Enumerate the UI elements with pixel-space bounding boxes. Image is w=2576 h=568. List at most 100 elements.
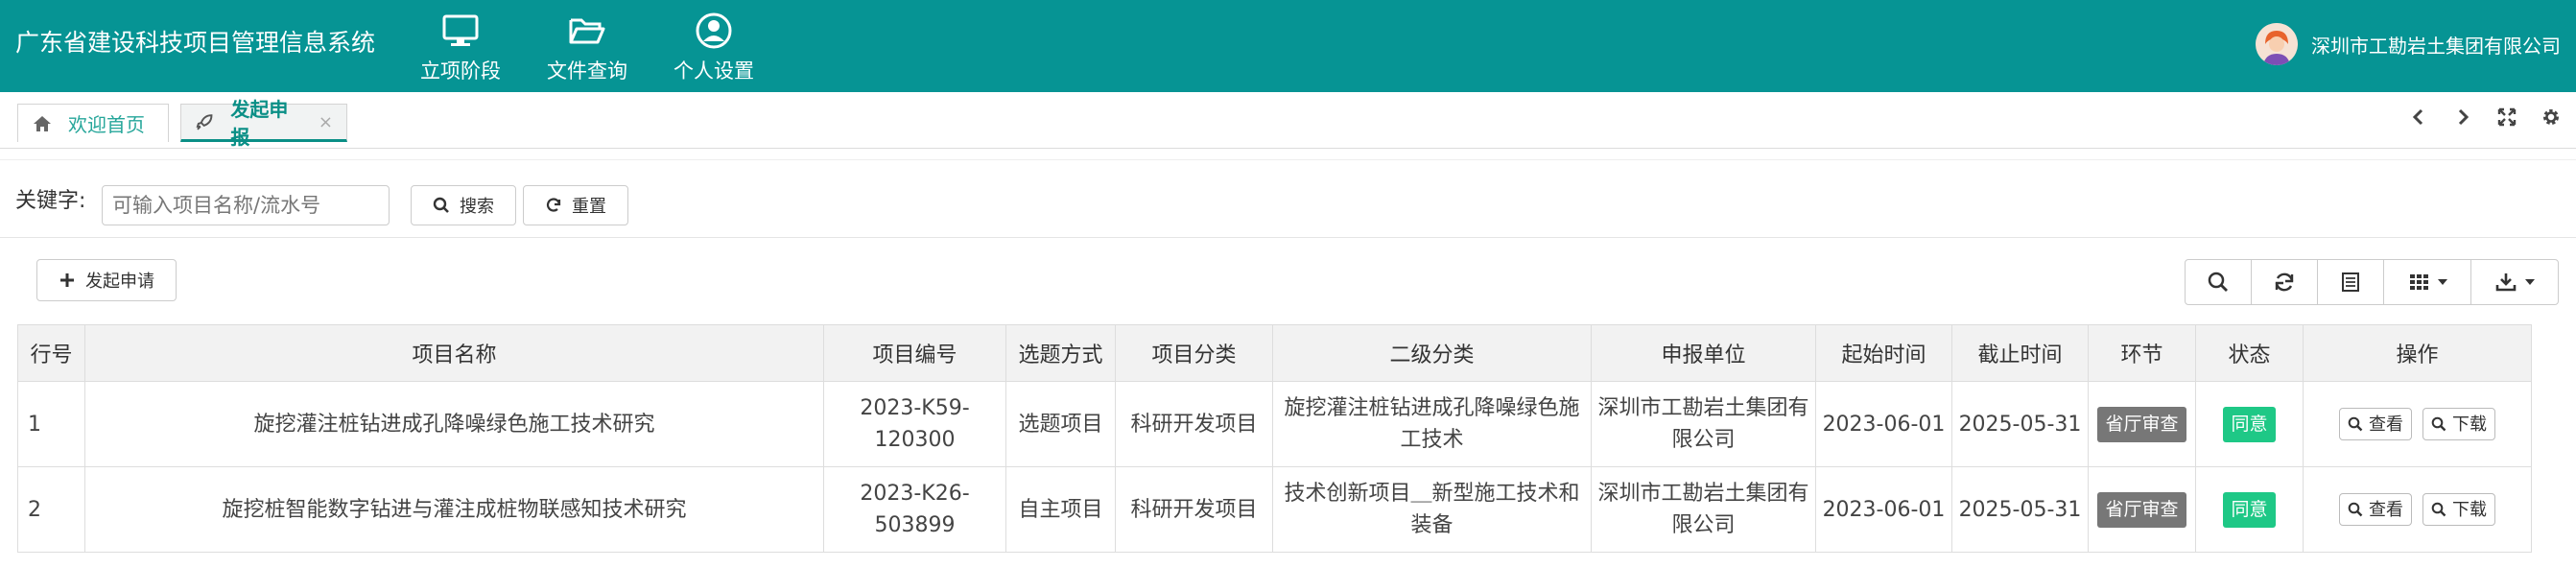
refresh-icon [2275, 272, 2294, 292]
download-icon [2495, 273, 2517, 292]
home-icon [34, 115, 51, 131]
table-header-row: 行号 项目名称 项目编号 选题方式 项目分类 二级分类 申报单位 起始时间 截止… [17, 324, 2532, 382]
status-badge: 同意 [2223, 406, 2276, 442]
applicant-unit: 深圳市工勘岩土集团有限公司 [1591, 466, 1816, 553]
chevron-left-icon[interactable] [2407, 106, 2430, 129]
reset-button-label: 重置 [572, 197, 606, 217]
sub-category: 技术创新项目＿新型施工技术和装备 [1272, 466, 1592, 553]
table-toolbar [2185, 259, 2559, 305]
column-header[interactable]: 行号 [17, 324, 85, 382]
view-button[interactable]: 查看 [2339, 408, 2412, 440]
stage-badge: 省厅审查 [2097, 491, 2186, 528]
nav-item-label: 个人设置 [674, 59, 754, 83]
user-circle-icon [696, 12, 732, 49]
download-button-label: 下载 [2452, 414, 2487, 435]
end-date: 2025-05-31 [1951, 381, 2089, 467]
start-date: 2023-06-01 [1815, 466, 1952, 553]
table-export-button[interactable] [2470, 259, 2559, 305]
project-category: 科研开发项目 [1115, 381, 1273, 467]
table-row[interactable]: 2 旋挖桩智能数字钻进与灌注成桩物联感知技术研究 2023-K26-503899… [17, 466, 2532, 553]
tab-close-icon[interactable]: × [319, 112, 333, 132]
download-button-label: 下载 [2452, 499, 2487, 520]
nav-item-project-stage[interactable]: 立项阶段 [393, 8, 528, 86]
actions-cell: 查看 下载 [2303, 466, 2532, 553]
table-search-button[interactable] [2185, 259, 2252, 305]
project-code: 2023-K59-120300 [823, 381, 1006, 467]
tab-label: 发起申报 [230, 98, 289, 149]
fullscreen-icon[interactable] [2495, 106, 2518, 129]
search-icon [433, 197, 449, 213]
gear-icon[interactable] [2540, 106, 2563, 129]
search-icon [2348, 416, 2363, 432]
search-button-label: 搜索 [460, 197, 494, 217]
start-date: 2023-06-01 [1815, 381, 1952, 467]
top-header: 广东省建设科技项目管理信息系统 立项阶段 文件查询 个人设置 深圳市工勘岩土集团… [0, 0, 2576, 92]
system-title: 广东省建设科技项目管理信息系统 [15, 29, 376, 57]
table-row[interactable]: 1 旋挖灌注桩钻进成孔降噪绿色施工技术研究 2023-K59-120300 选题… [17, 381, 2532, 467]
search-icon [2431, 502, 2446, 517]
search-icon [2208, 272, 2228, 292]
column-header[interactable]: 二级分类 [1272, 324, 1592, 382]
column-header[interactable]: 状态 [2195, 324, 2304, 382]
nav-item-label: 立项阶段 [420, 59, 501, 83]
table-refresh-button[interactable] [2251, 259, 2318, 305]
tab-welcome-home[interactable]: 欢迎首页 [17, 104, 169, 142]
monitor-icon [442, 14, 479, 46]
refresh-icon [546, 198, 561, 212]
table-columns-button[interactable] [2383, 259, 2471, 305]
grid-icon [2410, 274, 2428, 290]
folder-open-icon [569, 18, 605, 44]
column-header[interactable]: 申报单位 [1591, 324, 1816, 382]
avatar [2256, 23, 2298, 65]
project-category: 科研开发项目 [1115, 466, 1273, 553]
download-button[interactable]: 下载 [2422, 408, 2495, 440]
column-header[interactable]: 选题方式 [1005, 324, 1116, 382]
project-code: 2023-K26-503899 [823, 466, 1006, 553]
row-number: 1 [17, 381, 85, 467]
column-header[interactable]: 操作 [2303, 324, 2532, 382]
view-button-label: 查看 [2369, 499, 2403, 520]
status-cell: 同意 [2195, 381, 2304, 467]
column-header[interactable]: 截止时间 [1951, 324, 2089, 382]
tab-bar: 欢迎首页 发起申报 × [0, 92, 2576, 149]
column-header[interactable]: 起始时间 [1815, 324, 1952, 382]
view-button[interactable]: 查看 [2339, 493, 2412, 526]
row-number: 2 [17, 466, 85, 553]
project-name: 旋挖灌注桩钻进成孔降噪绿色施工技术研究 [84, 381, 824, 467]
plus-icon [60, 273, 74, 287]
end-date: 2025-05-31 [1951, 466, 2089, 553]
add-application-label: 发起申请 [85, 272, 154, 292]
nav-item-file-query[interactable]: 文件查询 [520, 8, 654, 86]
user-name: 深圳市工勘岩土集团有限公司 [2311, 34, 2561, 58]
chevron-right-icon[interactable] [2451, 106, 2474, 129]
tab-initiate-declaration[interactable]: 发起申报 × [180, 98, 347, 149]
stage-cell: 省厅审查 [2088, 381, 2196, 467]
column-header[interactable]: 项目分类 [1115, 324, 1273, 382]
keyword-label: 关键字: [15, 189, 86, 213]
add-application-button[interactable]: 发起申请 [36, 259, 177, 301]
status-badge: 同意 [2223, 491, 2276, 528]
column-header[interactable]: 项目编号 [823, 324, 1006, 382]
rocket-icon [196, 114, 213, 130]
list-view-icon [2342, 272, 2359, 292]
applicant-unit: 深圳市工勘岩土集团有限公司 [1591, 381, 1816, 467]
stage-cell: 省厅审查 [2088, 466, 2196, 553]
search-icon [2348, 502, 2363, 517]
table-toggle-view-button[interactable] [2317, 259, 2384, 305]
reset-button[interactable]: 重置 [523, 185, 628, 225]
caret-down-icon [2525, 279, 2535, 285]
user-menu[interactable]: 深圳市工勘岩土集团有限公司 [2256, 21, 2561, 67]
project-name: 旋挖桩智能数字钻进与灌注成桩物联感知技术研究 [84, 466, 824, 553]
column-header[interactable]: 环节 [2088, 324, 2196, 382]
search-icon [2431, 416, 2446, 432]
download-button[interactable]: 下载 [2422, 493, 2495, 526]
caret-down-icon [2438, 279, 2447, 285]
search-button[interactable]: 搜索 [411, 185, 516, 225]
column-header[interactable]: 项目名称 [84, 324, 824, 382]
status-cell: 同意 [2195, 466, 2304, 553]
keyword-input[interactable] [102, 185, 390, 225]
nav-item-label: 文件查询 [547, 59, 627, 83]
project-table: 行号 项目名称 项目编号 选题方式 项目分类 二级分类 申报单位 起始时间 截止… [17, 324, 2532, 553]
nav-item-personal-settings[interactable]: 个人设置 [647, 8, 781, 86]
sub-category: 旋挖灌注桩钻进成孔降噪绿色施工技术 [1272, 381, 1592, 467]
